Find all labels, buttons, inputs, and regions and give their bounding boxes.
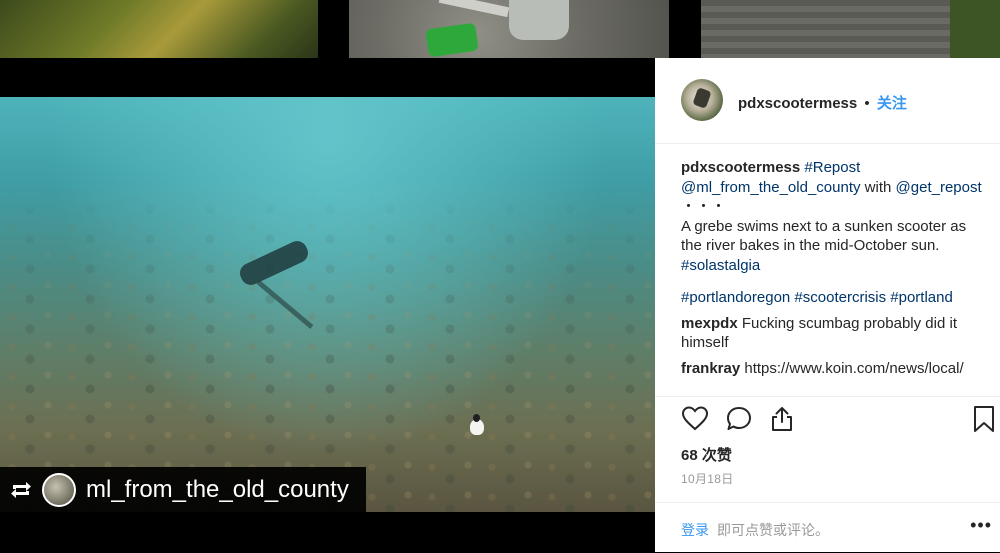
comments-list[interactable]: pdxscootermess #Repost @ml_from_the_old_… [681, 158, 996, 396]
repost-hashtag[interactable]: #Repost [804, 159, 860, 176]
green-object [425, 22, 479, 58]
grid-thumbnail-3[interactable] [701, 0, 1000, 58]
login-bar: 登录 即可点赞或评论。 ••• [655, 502, 1000, 553]
post-date[interactable]: 10月18日 [681, 470, 734, 487]
repost-user-avatar [42, 473, 76, 507]
heart-icon[interactable] [681, 405, 709, 433]
grid-thumbnail-1[interactable] [0, 0, 318, 58]
author-username[interactable]: pdxscootermess [738, 95, 857, 112]
comment-icon[interactable] [725, 405, 753, 433]
riverbed-texture [0, 97, 655, 512]
scooter-deck [438, 0, 510, 18]
comment-item: frankray https://www.koin.com/news/local… [681, 359, 996, 379]
more-icon[interactable]: ••• [970, 515, 992, 536]
repost-username: ml_from_the_old_county [86, 476, 349, 503]
author-avatar[interactable] [681, 79, 723, 121]
login-prompt: 即可点赞或评论。 [717, 522, 829, 538]
bookmark-icon[interactable] [971, 405, 999, 433]
login-link[interactable]: 登录 [681, 520, 709, 540]
hashtags-line[interactable]: #portlandoregon #scootercrisis #portland [681, 288, 996, 308]
share-icon[interactable] [768, 405, 796, 433]
caption-line-2: @ml_from_the_old_county with @get_repost [681, 178, 996, 198]
mention-original-author[interactable]: @ml_from_the_old_county [681, 179, 861, 196]
post-panel: pdxscootermess • 关注 pdxscootermess #Repo… [655, 58, 1000, 552]
comment-username[interactable]: frankray [681, 360, 740, 377]
caption-gap [681, 275, 996, 288]
caption-line-1: pdxscootermess #Repost [681, 158, 996, 178]
separator-dot: • [864, 95, 870, 112]
grebe-bird [470, 414, 484, 435]
author-line: pdxscootermess • 关注 [738, 92, 907, 113]
caption-with: with [864, 178, 892, 196]
mention-get-repost[interactable]: @get_repost [896, 179, 982, 196]
caption-body-line-2: the river bakes in the mid-October sun. [681, 237, 940, 254]
comment-text-cont: himself [681, 334, 729, 351]
repost-badge: ml_from_the_old_county [0, 467, 366, 513]
comment-text[interactable]: https://www.koin.com/news/local/ [744, 360, 963, 377]
comment-text: Fucking scumbag probably did it [741, 314, 957, 332]
caption-username[interactable]: pdxscootermess [681, 159, 800, 176]
comment-username[interactable]: mexpdx [681, 315, 738, 332]
repost-icon [8, 477, 34, 503]
hashtag-solastalgia[interactable]: #solastalgia [681, 256, 996, 276]
post-header: pdxscootermess • 关注 [655, 58, 1000, 144]
comment-item: mexpdx Fucking scumbag probably did it h… [681, 314, 996, 353]
hedge [950, 0, 1000, 58]
caption-body-line-1: A grebe swims next to a sunken scooter a… [681, 217, 967, 235]
caption-dots: ・・・ [681, 198, 727, 215]
likes-count[interactable]: 68 次赞 [681, 444, 732, 465]
scooter-stem [509, 0, 569, 40]
post-photo[interactable] [0, 97, 655, 512]
follow-button[interactable]: 关注 [877, 95, 907, 112]
grid-thumbnail-2[interactable] [349, 0, 669, 58]
